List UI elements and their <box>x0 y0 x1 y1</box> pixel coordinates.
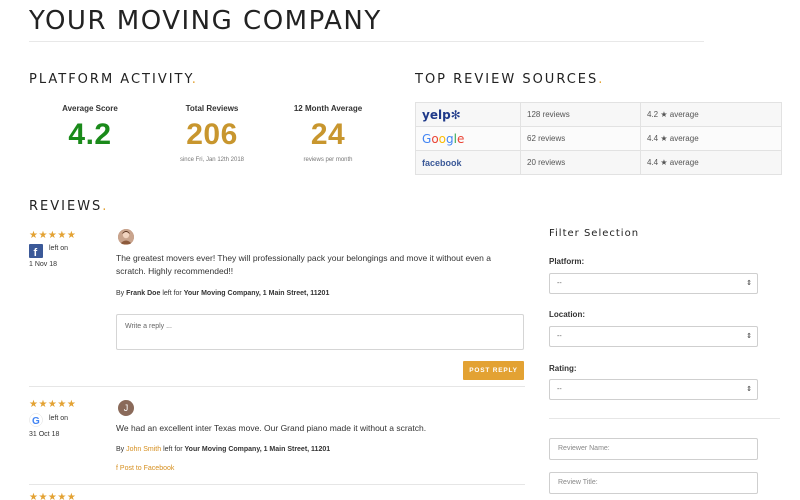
facebook-icon: f <box>116 465 118 472</box>
post-to-facebook-text: Post to Facebook <box>119 465 175 472</box>
filter-selection-heading: Filter Selection <box>549 228 640 239</box>
platform-select-value: -- <box>557 280 562 287</box>
source-row-facebook[interactable]: facebook 20 reviews 4.4 ★ average <box>415 150 782 175</box>
reviews-heading-text: REVIEWS <box>29 199 103 214</box>
review-date: 1 Nov 18 <box>29 261 58 268</box>
heading-dot: . <box>191 72 198 87</box>
title-divider <box>29 41 704 42</box>
total-reviews-label: Total Reviews <box>185 104 239 113</box>
review-author-link[interactable]: John Smith <box>126 446 161 453</box>
review-attribution: By John Smith left for Your Moving Compa… <box>116 446 330 453</box>
source-review-count: 62 reviews <box>520 126 641 151</box>
platform-select[interactable]: -- ⇕ <box>549 273 758 294</box>
google-logo-text: Google <box>422 131 465 146</box>
reviews-heading: REVIEWS. <box>29 199 108 214</box>
post-reply-button[interactable]: POST REPLY <box>463 361 524 380</box>
by-text: By <box>116 290 125 297</box>
location-select-value: -- <box>557 333 562 340</box>
page-title: YOUR MOVING COMPANY <box>29 6 382 36</box>
google-logo: Google <box>415 126 521 151</box>
location-select[interactable]: -- ⇕ <box>549 326 758 347</box>
svg-text:G: G <box>32 416 40 427</box>
avatar: J <box>118 400 134 416</box>
rating-label: Rating: <box>549 364 577 373</box>
source-average: 4.4 ★ average <box>640 126 782 151</box>
top-review-sources-heading: TOP REVIEW SOURCES. <box>415 72 604 87</box>
platform-label: Platform: <box>549 257 585 266</box>
filter-divider <box>549 418 780 419</box>
reply-input[interactable]: Write a reply ... <box>116 314 524 350</box>
average-score-label: Average Score <box>62 104 118 113</box>
facebook-logo-text: facebook <box>422 157 462 168</box>
left-for-text: left for <box>163 446 183 453</box>
platform-activity-heading-text: PLATFORM ACTIVITY <box>29 72 192 87</box>
review-sources-table: yelp✻ 128 reviews 4.2 ★ average Google 6… <box>415 102 782 175</box>
total-reviews-value: 206 <box>186 118 238 151</box>
source-review-count: 20 reviews <box>520 150 641 175</box>
left-on-text: left on <box>49 415 69 422</box>
review-rating-stars: ★★★★★ <box>29 230 77 241</box>
review-title-input[interactable]: Review Title: <box>549 472 758 494</box>
facebook-logo: facebook <box>415 150 521 175</box>
chevron-updown-icon: ⇕ <box>746 333 752 340</box>
monthly-average-value: 24 <box>310 118 346 151</box>
review-company: Your Moving Company, 1 Main Street, 1120… <box>183 290 330 297</box>
review-attribution: By Frank Doe left for Your Moving Compan… <box>116 290 329 297</box>
review-rating-stars: ★★★★★ <box>29 399 77 410</box>
chevron-updown-icon: ⇕ <box>746 280 752 287</box>
by-text: By <box>116 446 125 453</box>
review-text: The greatest movers ever! They will prof… <box>116 253 491 276</box>
facebook-icon: f <box>29 244 43 259</box>
top-review-sources-heading-text: TOP REVIEW SOURCES <box>415 72 599 87</box>
chevron-updown-icon: ⇕ <box>746 386 752 393</box>
review-divider <box>29 484 525 485</box>
platform-activity-heading: PLATFORM ACTIVITY. <box>29 72 198 87</box>
rating-select-value: -- <box>557 386 562 393</box>
review-company: Your Moving Company, 1 Main Street, 1120… <box>184 446 331 453</box>
review-date: 31 Oct 18 <box>29 431 60 438</box>
left-on-text: left on <box>49 245 69 252</box>
average-score-value: 4.2 <box>68 118 112 151</box>
svg-text:f: f <box>34 247 38 258</box>
monthly-average-note: reviews per month <box>303 157 353 163</box>
reviewer-name-input[interactable]: Reviewer Name: <box>549 438 758 460</box>
avatar <box>118 229 134 245</box>
source-average: 4.4 ★ average <box>640 150 782 175</box>
review-text: We had an excellent inter Texas move. Ou… <box>116 423 427 433</box>
source-row-google[interactable]: Google 62 reviews 4.4 ★ average <box>415 126 782 151</box>
source-average: 4.2 ★ average <box>640 102 782 127</box>
review-divider <box>29 386 525 387</box>
yelp-burst-icon: ✻ <box>450 107 461 122</box>
yelp-logo: yelp✻ <box>415 102 521 127</box>
left-for-text: left for <box>162 290 182 297</box>
post-to-facebook-link[interactable]: f Post to Facebook <box>116 465 174 472</box>
heading-dot: . <box>598 72 605 87</box>
review-rating-stars: ★★★★★ <box>29 492 77 500</box>
source-row-yelp[interactable]: yelp✻ 128 reviews 4.2 ★ average <box>415 102 782 127</box>
review-author: Frank Doe <box>126 290 161 297</box>
monthly-average-label: 12 Month Average <box>293 104 363 113</box>
google-icon: G <box>29 413 43 427</box>
location-label: Location: <box>549 310 585 319</box>
rating-select[interactable]: -- ⇕ <box>549 379 758 400</box>
source-review-count: 128 reviews <box>520 102 641 127</box>
yelp-logo-text: yelp <box>422 107 451 122</box>
heading-dot: . <box>102 199 109 214</box>
total-reviews-note: since Fri, Jan 12th 2018 <box>179 157 245 163</box>
